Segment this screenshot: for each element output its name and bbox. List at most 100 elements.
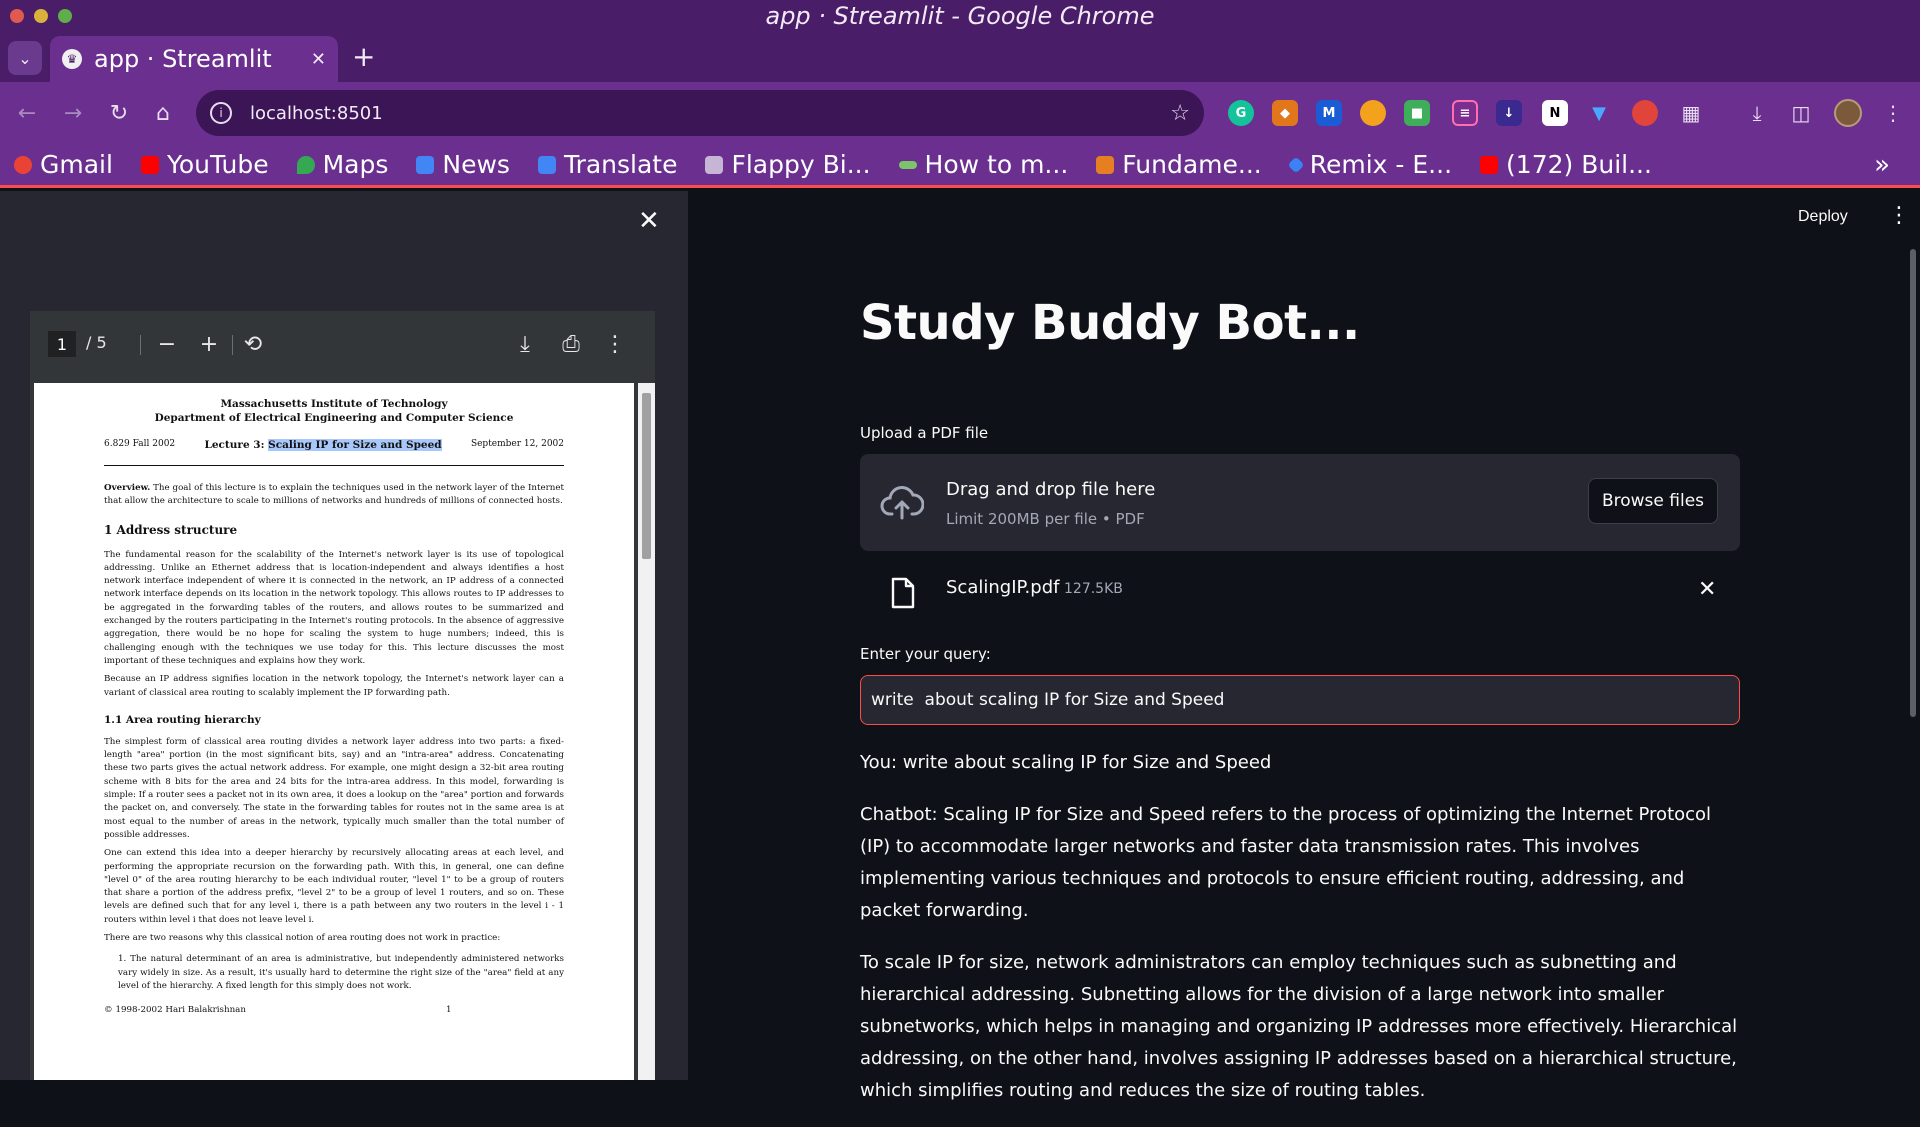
site-info-icon[interactable]: i — [210, 102, 232, 124]
pin-extension-icon[interactable]: ▼ — [1586, 100, 1612, 126]
reload-icon[interactable]: ↻ — [104, 98, 134, 128]
pdf-overview: Overview. The goal of this lecture is to… — [104, 483, 564, 507]
pdf-copyright: © 1998-2002 Hari Balakrishnan — [104, 1005, 246, 1016]
browse-files-button[interactable]: Browse files — [1588, 478, 1718, 524]
remove-file-icon[interactable]: ✕ — [1698, 577, 1716, 602]
profile-avatar[interactable] — [1834, 99, 1862, 127]
pdf-lecture-heading: Lecture 3: Scaling IP for Size and Speed — [204, 439, 442, 451]
grammarly-extension-icon[interactable]: G — [1228, 100, 1254, 126]
pdf-scrollbar-thumb[interactable] — [642, 393, 651, 559]
bot-message: Chatbot: Scaling IP for Size and Speed r… — [860, 804, 1712, 921]
window-title: app · Streamlit - Google Chrome — [765, 2, 1155, 30]
robot-extension-icon[interactable]: ■ — [1404, 100, 1430, 126]
bookmark-news[interactable]: News — [416, 150, 510, 179]
bookmark-fundamentals[interactable]: Fundame... — [1096, 150, 1262, 179]
window-close-button[interactable] — [10, 9, 24, 23]
bookmark-maps[interactable]: Maps — [296, 150, 388, 179]
browser-toolbar: ← → ↻ ⌂ i localhost:8501 ☆ G ◆ M ■ ≡ ↓ N… — [0, 82, 1920, 144]
notion-extension-icon[interactable]: N — [1542, 100, 1568, 126]
bookmark-flappy-bird[interactable]: Flappy Bi... — [705, 150, 871, 179]
address-bar[interactable]: i localhost:8501 ☆ — [196, 90, 1204, 136]
cloud-upload-icon — [880, 486, 924, 520]
m-extension-icon[interactable]: M — [1316, 100, 1342, 126]
user-message: You: write about scaling IP for Size and… — [860, 752, 1272, 773]
dropzone-title: Drag and drop file here — [946, 479, 1156, 500]
sidebar-close-icon[interactable]: ✕ — [638, 206, 660, 236]
download-extension-icon[interactable]: ↓ — [1496, 100, 1522, 126]
uploaded-file-name: ScalingIP.pdf — [946, 577, 1060, 598]
deploy-button[interactable]: Deploy — [1798, 208, 1848, 226]
pdf-scrollbar[interactable] — [638, 383, 655, 1080]
query-input[interactable] — [860, 675, 1740, 725]
app-menu-icon[interactable]: ⋮ — [1888, 205, 1910, 227]
gmail-icon — [14, 155, 32, 174]
main-scrollbar[interactable] — [1910, 249, 1916, 717]
page-title: Study Buddy Bot... — [860, 295, 1360, 351]
toolbar-divider — [140, 335, 141, 355]
main-area: Deploy ⋮ Study Buddy Bot... Upload a PDF… — [688, 191, 1920, 1101]
pdf-footer: © 1998-2002 Hari Balakrishnan 1 — [104, 1005, 564, 1015]
window-maximize-button[interactable] — [58, 9, 72, 23]
rotate-icon[interactable]: ⟲ — [238, 329, 268, 359]
bookmark-gmail[interactable]: Gmail — [14, 150, 113, 179]
back-icon[interactable]: ← — [12, 98, 42, 128]
bookmark-youtube-video[interactable]: (172) Buil... — [1480, 150, 1652, 179]
home-icon[interactable]: ⌂ — [148, 98, 178, 128]
pdf-highlighted-title: Scaling IP for Size and Speed — [268, 439, 442, 451]
file-dropzone[interactable]: Drag and drop file here Limit 200MB per … — [860, 454, 1740, 551]
pdf-header-institution: Massachusetts Institute of Technology — [220, 398, 448, 410]
pdf-lecture-meta: 6.829 Fall 2002 Lecture 3: Scaling IP fo… — [104, 439, 564, 451]
bookmark-translate[interactable]: Translate — [537, 150, 677, 179]
tab-search-button[interactable]: ⌄ — [8, 41, 42, 75]
pdf-menu-icon[interactable]: ⋮ — [600, 329, 630, 359]
pdf-paragraph: One can extend this idea into a deeper h… — [104, 848, 564, 925]
metamask-extension-icon[interactable]: ◆ — [1272, 100, 1298, 126]
bookmark-how-to[interactable]: How to m... — [898, 150, 1068, 179]
zoom-out-icon[interactable]: − — [152, 329, 182, 359]
pdf-paragraph: The fundamental reason for the scalabili… — [104, 549, 564, 666]
uploaded-file-size: 127.5KB — [1064, 581, 1123, 597]
news-icon — [416, 155, 435, 174]
pdf-viewer[interactable]: 1 / 5 − + ⟲ ⤓ ⎙ ⋮ Massachusetts Institut… — [30, 311, 655, 1080]
youtube-icon — [1480, 155, 1499, 174]
pdf-page-input[interactable]: 1 — [48, 331, 76, 357]
upload-label: Upload a PDF file — [860, 424, 989, 442]
browser-tab[interactable]: ♛ app · Streamlit ✕ — [50, 36, 338, 82]
bookmarks-bar: Gmail YouTube Maps News Translate Flappy… — [0, 144, 1920, 188]
extensions-puzzle-icon[interactable]: ▦ — [1678, 100, 1704, 126]
bookmark-star-icon[interactable]: ☆ — [1170, 101, 1190, 126]
print-icon[interactable]: ⎙ — [556, 329, 586, 359]
pdf-subsection-heading: 1.1 Area routing hierarchy — [104, 713, 261, 726]
zoom-in-icon[interactable]: + — [194, 329, 224, 359]
youtube-icon — [140, 155, 159, 174]
pdf-rule — [104, 465, 564, 466]
downloads-icon[interactable]: ⤓ — [1744, 100, 1770, 126]
query-label: Enter your query: — [860, 645, 991, 663]
pdf-date: September 12, 2002 — [470, 439, 564, 449]
forward-icon[interactable]: → — [58, 98, 88, 128]
pdf-section-heading: 1 Address structure — [104, 522, 238, 537]
address-url[interactable]: localhost:8501 — [250, 103, 1170, 124]
pdf-page-count: / 5 — [86, 333, 107, 352]
more-bookmarks-icon[interactable]: » — [1874, 150, 1890, 180]
download-icon[interactable]: ⤓ — [510, 329, 540, 359]
bookmark-youtube[interactable]: YouTube — [140, 150, 269, 179]
side-panel-icon[interactable]: ◫ — [1788, 100, 1814, 126]
bookmark-remix[interactable]: Remix - E... — [1287, 150, 1452, 179]
pdf-page: Massachusetts Institute of Technology De… — [34, 383, 634, 1080]
tab-close-icon[interactable]: ✕ — [311, 49, 326, 70]
pdf-paragraph: The simplest form of classical area rout… — [104, 736, 564, 840]
toolbar-divider — [232, 335, 233, 355]
chart-extension-icon[interactable]: ≡ — [1452, 100, 1478, 126]
chrome-menu-icon[interactable]: ⋮ — [1880, 100, 1906, 126]
chat-history: You: write about scaling IP for Size and… — [860, 747, 1740, 1127]
window-minimize-button[interactable] — [34, 9, 48, 23]
window-controls — [10, 9, 72, 23]
orange-extension-icon[interactable] — [1360, 100, 1386, 126]
pdf-header-department: Department of Electrical Engineering and… — [154, 412, 514, 424]
streamlit-favicon-icon: ♛ — [62, 49, 82, 69]
new-tab-button[interactable]: + — [352, 42, 375, 72]
bot-message-continued: To scale IP for size, network administra… — [860, 952, 1738, 1101]
color-extension-icon[interactable] — [1632, 100, 1658, 126]
pdf-page-number: 1 — [445, 1005, 452, 1016]
